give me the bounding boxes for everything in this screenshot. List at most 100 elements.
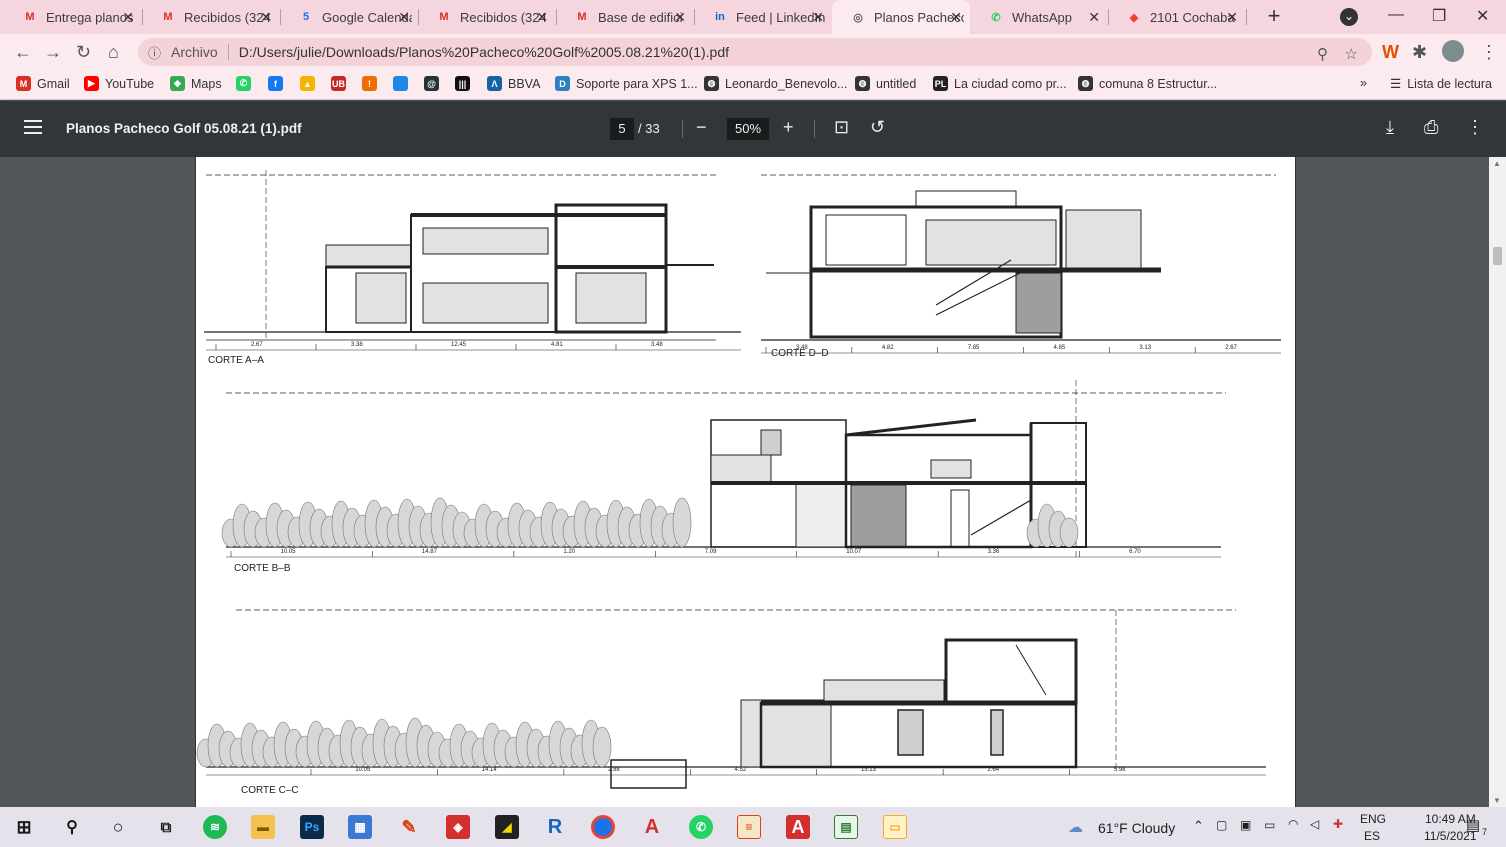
bookmarks-overflow-icon[interactable]: » bbox=[1360, 76, 1367, 90]
print-icon[interactable]: ⎙ bbox=[1424, 117, 1438, 138]
scrollbar[interactable]: ▲ ▼ bbox=[1489, 157, 1506, 807]
document-icon[interactable]: ≡ bbox=[737, 815, 761, 839]
bookmark-whatsapp[interactable]: ✆ bbox=[236, 76, 257, 91]
forward-icon[interactable]: → bbox=[44, 42, 62, 63]
search-icon[interactable]: ⚲ bbox=[60, 815, 84, 839]
page-number-input[interactable]: 5 bbox=[610, 118, 634, 140]
bookmark-facebook[interactable]: f bbox=[268, 76, 289, 91]
photoshop-icon[interactable]: Ps bbox=[300, 815, 324, 839]
tab-close-icon[interactable]: ✕ bbox=[260, 9, 272, 26]
extension-w-icon[interactable]: W bbox=[1382, 42, 1399, 63]
bookmark-comuna-8-estructur[interactable]: ◍ comuna 8 Estructur... bbox=[1078, 76, 1217, 91]
tab-4[interactable]: M Recibidos (324 ✕ bbox=[418, 0, 557, 34]
bookmark-black-logo[interactable]: ||| bbox=[455, 76, 476, 91]
bookmark-gmail[interactable]: M Gmail bbox=[16, 76, 70, 91]
bookmark-orange[interactable]: ! bbox=[362, 76, 383, 91]
wifi-icon[interactable]: ◠ bbox=[1288, 817, 1298, 831]
tab-1[interactable]: M Entrega planos ✕ bbox=[4, 0, 143, 34]
revit-icon[interactable]: R bbox=[543, 815, 567, 839]
tab-7[interactable]: ◎ Planos Pacheco ✕ bbox=[832, 0, 970, 34]
bookmark-ub[interactable]: UB bbox=[331, 76, 352, 91]
spreadsheet-icon[interactable]: ▤ bbox=[834, 815, 858, 839]
bookmark-soporte-para-xps-1[interactable]: D Soporte para XPS 1... bbox=[555, 76, 698, 91]
zoom-level-input[interactable]: 50% bbox=[727, 118, 769, 140]
star-icon[interactable]: ☆ bbox=[1345, 45, 1358, 63]
zoom-lens-icon[interactable]: ⚲ bbox=[1317, 45, 1328, 63]
home-icon[interactable]: ⌂ bbox=[108, 42, 119, 63]
weather-text[interactable]: 61°F Cloudy bbox=[1098, 820, 1175, 836]
volume-icon[interactable]: ◁ bbox=[1310, 817, 1319, 831]
bookmark-maps[interactable]: ◆ Maps bbox=[170, 76, 222, 91]
new-tab-button[interactable]: + bbox=[1262, 4, 1286, 28]
sketchup-icon[interactable]: ◈ bbox=[446, 815, 470, 839]
tab-close-icon[interactable]: ✕ bbox=[1088, 9, 1100, 26]
autocad-icon[interactable]: A bbox=[640, 815, 664, 839]
chrome-icon[interactable] bbox=[591, 815, 615, 839]
fit-page-icon[interactable]: ⊡ bbox=[834, 117, 849, 138]
tab-3[interactable]: 5 Google Calenda ✕ bbox=[280, 0, 419, 34]
address-url[interactable]: D:/Users/julie/Downloads/Planos%20Pachec… bbox=[239, 44, 729, 60]
pdf-more-icon[interactable]: ⋮ bbox=[1466, 117, 1484, 138]
tab-close-icon[interactable]: ✕ bbox=[122, 9, 134, 26]
whatsapp-icon[interactable]: ✆ bbox=[689, 815, 713, 839]
bookmark-la-ciudad-como-pr[interactable]: PL La ciudad como pr... bbox=[933, 76, 1067, 91]
language-secondary[interactable]: ES bbox=[1364, 829, 1380, 843]
tab-5[interactable]: M Base de edifici ✕ bbox=[556, 0, 695, 34]
reload-icon[interactable]: ↻ bbox=[76, 42, 91, 63]
bookmark-blue-square[interactable] bbox=[393, 76, 414, 91]
bookmark-bbva[interactable]: Λ BBVA bbox=[487, 76, 540, 91]
tab-2[interactable]: M Recibidos (324 ✕ bbox=[142, 0, 281, 34]
spotify-icon[interactable]: ≋ bbox=[203, 815, 227, 839]
reading-list-button[interactable]: ☰ Lista de lectura bbox=[1390, 76, 1492, 92]
bookmark-leonardo-benevolo[interactable]: ◍ Leonardo_Benevolo... bbox=[704, 76, 847, 91]
tab-close-icon[interactable]: ✕ bbox=[1226, 9, 1238, 26]
tab-9[interactable]: ◆ 2101 Cochaba ✕ bbox=[1108, 0, 1247, 34]
bookmark-drive[interactable]: ▲ bbox=[300, 76, 321, 91]
calculator-icon[interactable]: ▦ bbox=[348, 815, 372, 839]
task-view-icon[interactable]: ⧉ bbox=[154, 815, 178, 839]
address-bar[interactable]: ⓘ Archivo D:/Users/julie/Downloads/Plano… bbox=[138, 38, 1372, 66]
cortana-icon[interactable]: ○ bbox=[106, 815, 130, 839]
rotate-icon[interactable]: ↺ bbox=[870, 117, 885, 138]
tab-close-icon[interactable]: ✕ bbox=[812, 9, 824, 26]
minimize-icon[interactable]: — bbox=[1388, 6, 1404, 24]
bookmark-circle-logo[interactable]: @ bbox=[424, 76, 445, 91]
tab-close-icon[interactable]: ✕ bbox=[674, 9, 686, 26]
download-icon[interactable]: ⤓ bbox=[1386, 117, 1394, 138]
back-icon[interactable]: ← bbox=[14, 42, 32, 63]
profile-avatar[interactable] bbox=[1442, 40, 1464, 62]
site-info-icon[interactable]: ⓘ bbox=[148, 43, 161, 62]
tab-close-icon[interactable]: ✕ bbox=[950, 9, 962, 26]
battery-icon[interactable]: ▭ bbox=[1264, 818, 1275, 832]
language-primary[interactable]: ENG bbox=[1360, 812, 1386, 826]
notification-icon[interactable]: ▤ bbox=[1466, 816, 1480, 834]
bookmark-untitled[interactable]: ◍ untitled bbox=[855, 76, 916, 91]
tab-close-icon[interactable]: ✕ bbox=[536, 9, 548, 26]
windows-start-icon[interactable]: ⊞ bbox=[12, 815, 36, 839]
slides-icon[interactable]: ▭ bbox=[883, 815, 907, 839]
file-explorer-icon[interactable]: ▬ bbox=[251, 815, 275, 839]
pencil-app-icon[interactable]: ✎ bbox=[397, 815, 421, 839]
sidebar-menu-icon[interactable] bbox=[24, 120, 42, 134]
scrollbar-thumb[interactable] bbox=[1493, 247, 1502, 265]
tab-close-icon[interactable]: ✕ bbox=[398, 9, 410, 26]
sticky-notes-icon[interactable]: ◢ bbox=[495, 815, 519, 839]
tray-display-icon[interactable]: ▣ bbox=[1240, 818, 1251, 832]
tray-device-icon[interactable]: ▢ bbox=[1216, 818, 1227, 832]
zoom-out-icon[interactable]: − bbox=[696, 117, 707, 138]
chevron-up-icon[interactable]: ⌃ bbox=[1193, 818, 1204, 834]
close-window-icon[interactable]: ✕ bbox=[1476, 6, 1489, 26]
tab-6[interactable]: in Feed | LinkedIn ✕ bbox=[694, 0, 832, 34]
tab-search-icon[interactable]: ⌄ bbox=[1340, 8, 1358, 26]
security-icon[interactable]: ✚ bbox=[1333, 817, 1343, 831]
pdf-document-area[interactable]: 2.67 3.38 12.45 4.81 3.48 3.48 4.82 7.85 4.85 3.1… bbox=[0, 157, 1506, 807]
scroll-up-icon[interactable]: ▲ bbox=[1493, 159, 1501, 168]
bookmark-youtube[interactable]: ▶ YouTube bbox=[84, 76, 154, 91]
scroll-down-icon[interactable]: ▼ bbox=[1493, 796, 1501, 805]
zoom-in-icon[interactable]: + bbox=[783, 117, 794, 138]
maximize-icon[interactable]: ❐ bbox=[1432, 6, 1446, 26]
acrobat-icon[interactable]: A bbox=[786, 815, 810, 839]
extensions-puzzle-icon[interactable]: ✱ bbox=[1412, 42, 1427, 63]
tab-8[interactable]: ✆ WhatsApp ✕ bbox=[970, 0, 1109, 34]
more-menu-icon[interactable]: ⋮ bbox=[1480, 42, 1498, 63]
